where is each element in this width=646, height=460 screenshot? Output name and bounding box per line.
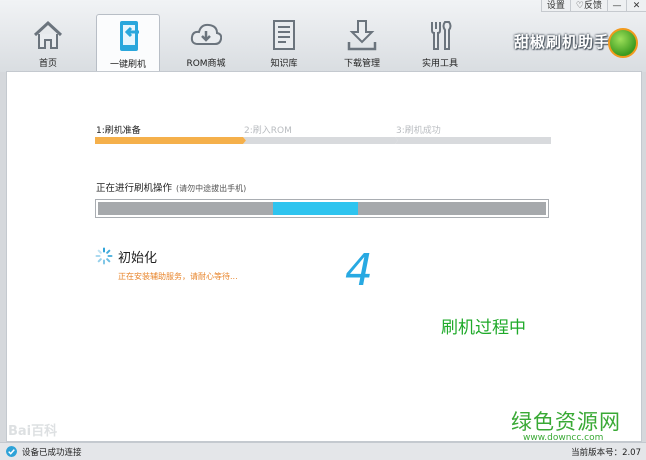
flash-title-text: 正在进行刷机操作 bbox=[96, 183, 173, 194]
document-icon bbox=[273, 20, 295, 50]
tools-icon bbox=[431, 21, 452, 50]
download-tray-icon bbox=[347, 20, 377, 51]
heart-icon: ♡ bbox=[575, 0, 584, 11]
settings-link[interactable]: 设置 bbox=[542, 0, 571, 12]
tab-knowledge-base[interactable]: 知识库 bbox=[252, 14, 316, 70]
flash-operation-title: 正在进行刷机操作 (请勿中途拔出手机) bbox=[96, 180, 246, 194]
step-2-label: 2:刷入ROM bbox=[244, 126, 292, 136]
status-bar: 设备已成功连接 当前版本号：2.07 bbox=[0, 442, 646, 460]
loading-spinner-icon bbox=[95, 247, 113, 265]
tab-rom-store-label: ROM商城 bbox=[186, 59, 226, 69]
tab-utilities-label: 实用工具 bbox=[421, 59, 458, 69]
tab-rom-store[interactable]: ROM商城 bbox=[174, 14, 238, 70]
top-toolbar: 设置 ♡反馈 — ✕ 首页 一键刷机 ROM商城 知识库 下载管理 实用工具 甜… bbox=[0, 0, 646, 72]
flash-warning-note: (请勿中途拔出手机) bbox=[176, 184, 247, 193]
countdown-number: 4 bbox=[345, 245, 373, 296]
step-3-label: 3:刷机成功 bbox=[396, 126, 441, 136]
flash-status-text: 刷机过程中 bbox=[441, 318, 526, 338]
step-progress-bar bbox=[95, 137, 551, 144]
tab-one-click-flash-label: 一键刷机 bbox=[109, 60, 146, 70]
flash-progress-bar bbox=[95, 199, 549, 218]
flash-progress-track bbox=[98, 202, 546, 215]
site-watermark: 绿色资源网 bbox=[511, 410, 621, 434]
check-icon bbox=[6, 446, 17, 457]
step-3-segment bbox=[395, 137, 551, 144]
window-controls: 设置 ♡反馈 — ✕ bbox=[540, 0, 646, 12]
close-button[interactable]: ✕ bbox=[627, 0, 646, 12]
tab-knowledge-base-label: 知识库 bbox=[270, 59, 298, 69]
app-logo-text: 甜椒刷机助手 bbox=[514, 33, 611, 51]
tab-one-click-flash[interactable]: 一键刷机 bbox=[96, 14, 160, 72]
tab-download-manager[interactable]: 下载管理 bbox=[330, 14, 394, 70]
cloud-download-icon bbox=[190, 23, 222, 45]
baidu-watermark: Bai百科 bbox=[8, 424, 58, 439]
step-1-label: 1:刷机准备 bbox=[96, 126, 141, 136]
feedback-link[interactable]: ♡反馈 bbox=[571, 0, 608, 12]
connection-status: 设备已成功连接 bbox=[22, 448, 82, 458]
step-2-segment bbox=[243, 137, 398, 144]
feedback-label: 反馈 bbox=[583, 0, 602, 11]
pepper-logo-icon bbox=[608, 28, 638, 58]
init-status-subtitle: 正在安装辅助服务，请耐心等待... bbox=[118, 272, 238, 281]
tab-download-manager-label: 下载管理 bbox=[343, 59, 380, 69]
home-icon bbox=[33, 20, 63, 49]
tab-home[interactable]: 首页 bbox=[16, 14, 80, 70]
phone-flash-icon bbox=[120, 21, 139, 51]
tab-utilities[interactable]: 实用工具 bbox=[408, 14, 472, 70]
tab-home-label: 首页 bbox=[38, 59, 57, 69]
step-1-segment bbox=[95, 137, 246, 144]
init-status-title: 初始化 bbox=[118, 251, 158, 266]
minimize-button[interactable]: — bbox=[608, 0, 627, 12]
flash-progress-indicator bbox=[272, 202, 358, 215]
version-label: 当前版本号：2.07 bbox=[571, 448, 641, 458]
